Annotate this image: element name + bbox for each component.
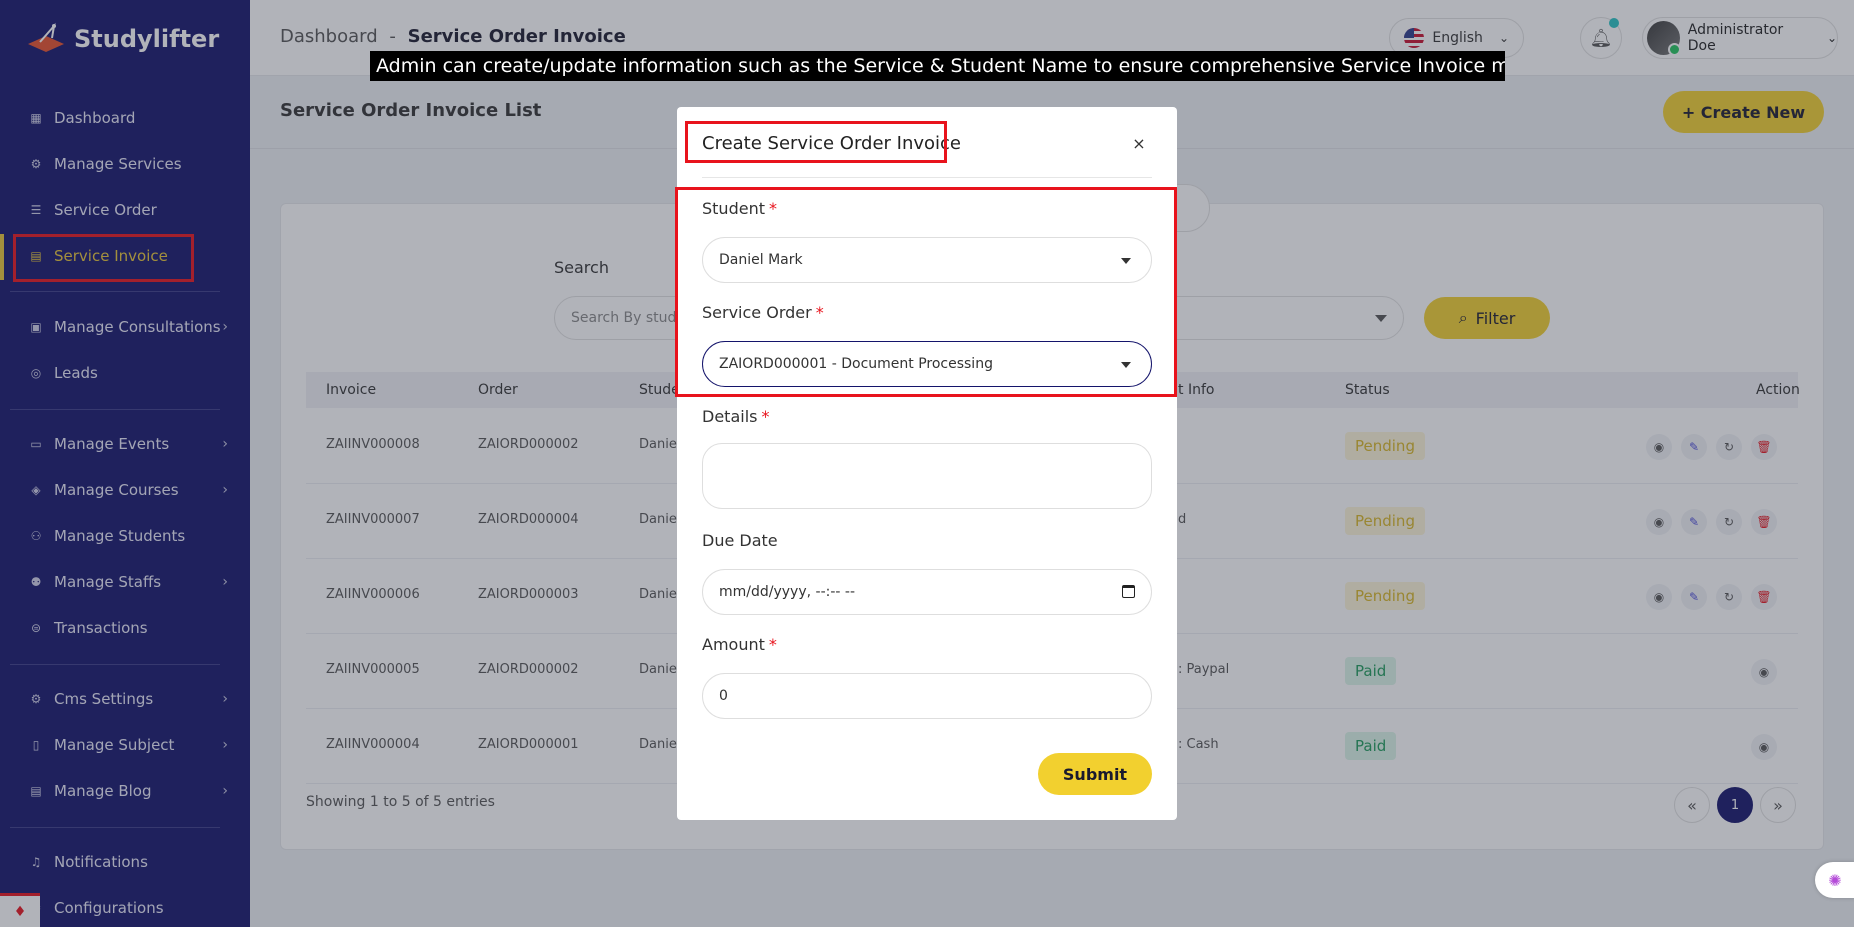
details-label: Details * [702, 407, 770, 426]
due-date-label: Due Date [702, 531, 778, 550]
tutorial-tooltip: Admin can create/update information such… [370, 51, 1505, 81]
submit-button[interactable]: Submit [1038, 753, 1152, 795]
highlight-box-fields [675, 187, 1177, 397]
create-invoice-modal: Create Service Order Invoice × Student * … [675, 107, 1177, 820]
calendar-icon[interactable] [1122, 585, 1135, 598]
amount-input[interactable]: 0 [702, 673, 1152, 719]
due-date-input[interactable]: mm/dd/yyyy, --:-- -- [702, 569, 1152, 615]
ai-assistant-icon[interactable]: ✺ [1815, 862, 1854, 898]
amount-label: Amount * [702, 635, 777, 654]
divider [702, 177, 1152, 178]
close-button[interactable]: × [1127, 131, 1151, 155]
highlight-box-title [685, 121, 947, 163]
details-textarea[interactable] [702, 443, 1152, 509]
